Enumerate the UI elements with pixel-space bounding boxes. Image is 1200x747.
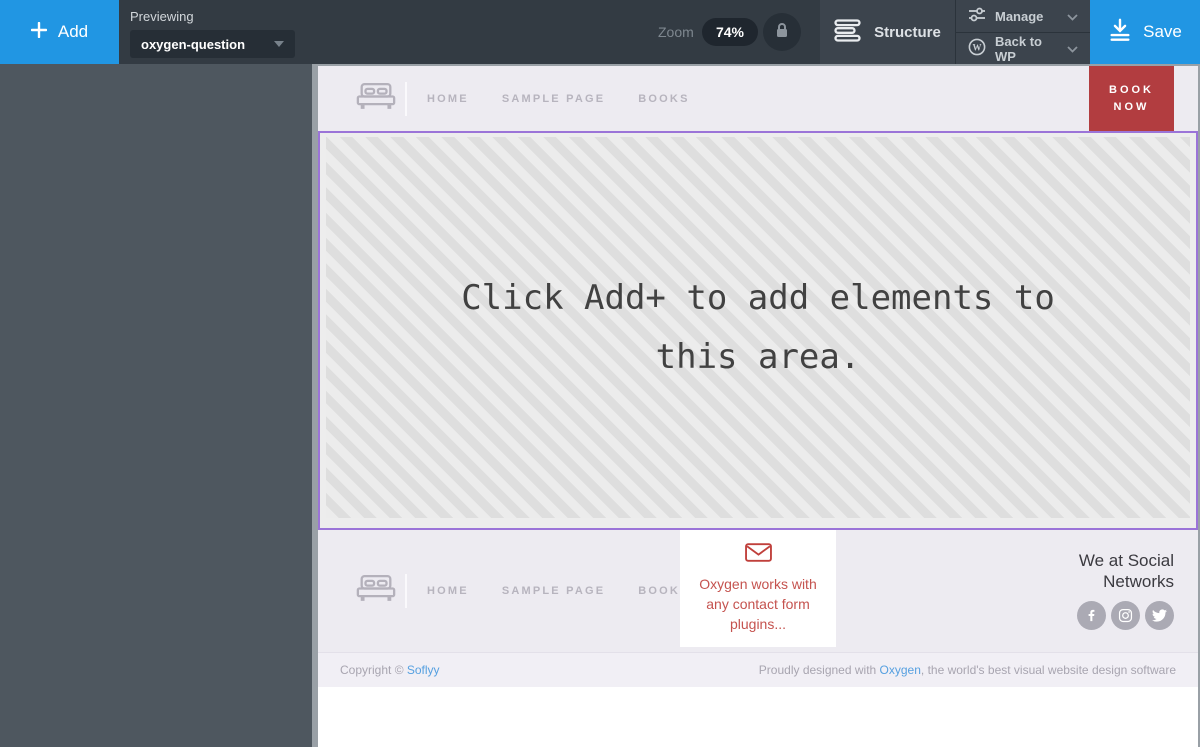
bed-logo-icon[interactable] bbox=[355, 82, 397, 116]
svg-text:W: W bbox=[973, 42, 982, 52]
manage-button-label: Manage bbox=[995, 8, 1044, 24]
footer-divider bbox=[405, 574, 407, 608]
page-preview-canvas: HOME SAMPLE PAGE BOOKS BOOK NOW Click Ad… bbox=[318, 66, 1198, 747]
footer-nav: HOME SAMPLE PAGE BOOKS bbox=[427, 585, 690, 597]
page-bottom-whitespace bbox=[318, 687, 1198, 747]
copyright-text: Copyright © bbox=[340, 663, 407, 677]
bed-logo-icon[interactable] bbox=[355, 574, 397, 608]
copyright-bar: Copyright © Soflyy Proudly designed with… bbox=[318, 652, 1198, 687]
chevron-down-icon bbox=[1067, 9, 1078, 24]
site-footer[interactable]: HOME SAMPLE PAGE BOOKS Oxygen works with… bbox=[318, 530, 1198, 652]
lock-icon bbox=[775, 22, 789, 43]
structure-button-label: Structure bbox=[874, 23, 941, 41]
nav-link-sample-page[interactable]: SAMPLE PAGE bbox=[502, 585, 605, 597]
copyright-left: Copyright © Soflyy bbox=[340, 663, 440, 677]
plus-icon bbox=[30, 21, 48, 43]
back-to-wp-button[interactable]: W Back to WP bbox=[956, 32, 1090, 64]
save-button-label: Save bbox=[1143, 22, 1182, 41]
social-icons-row bbox=[1044, 601, 1174, 630]
zoom-value: 74% bbox=[715, 24, 745, 40]
download-icon bbox=[1108, 18, 1132, 47]
previewing-value: oxygen-question bbox=[141, 36, 246, 52]
wordpress-icon: W bbox=[968, 38, 986, 59]
designed-with-text: Proudly designed with bbox=[758, 663, 880, 677]
nav-link-home[interactable]: HOME bbox=[427, 93, 469, 105]
structure-button[interactable]: Structure bbox=[820, 0, 955, 64]
selected-empty-section[interactable]: Click Add+ to add elements to this area. bbox=[318, 131, 1198, 530]
previewing-label: Previewing bbox=[130, 9, 194, 24]
zoom-level-control[interactable]: 74% bbox=[702, 18, 758, 46]
book-now-button[interactable]: BOOK NOW bbox=[1089, 66, 1174, 131]
social-block: We at Social Networks bbox=[1044, 550, 1174, 630]
previewing-select[interactable]: oxygen-question bbox=[130, 30, 295, 58]
nav-link-books[interactable]: BOOKS bbox=[638, 93, 689, 105]
empty-section-hatch: Click Add+ to add elements to this area. bbox=[326, 137, 1190, 518]
empty-section-message: Click Add+ to add elements to this area. bbox=[461, 277, 1055, 377]
contact-widget[interactable]: Oxygen works with any contact form plugi… bbox=[680, 530, 836, 647]
previewing-group: Previewing oxygen-question bbox=[130, 9, 295, 58]
manage-button[interactable]: Manage bbox=[956, 0, 1090, 32]
site-header[interactable]: HOME SAMPLE PAGE BOOKS BOOK NOW bbox=[318, 66, 1198, 131]
twitter-icon[interactable] bbox=[1145, 601, 1174, 630]
instagram-icon[interactable] bbox=[1111, 601, 1140, 630]
zoom-lock-button[interactable] bbox=[763, 13, 801, 51]
oxygen-link[interactable]: Oxygen bbox=[880, 663, 921, 677]
nav-link-sample-page[interactable]: SAMPLE PAGE bbox=[502, 93, 605, 105]
nav-link-home[interactable]: HOME bbox=[427, 585, 469, 597]
social-title: We at Social Networks bbox=[1078, 551, 1174, 591]
manage-group: Manage W Back to WP bbox=[955, 0, 1090, 64]
save-button[interactable]: Save bbox=[1090, 0, 1200, 64]
add-button[interactable]: Add bbox=[0, 0, 119, 64]
builder-toolbar: Add Previewing oxygen-question Zoom 74% … bbox=[0, 0, 1200, 64]
designed-with-suffix: , the world's best visual website design… bbox=[920, 663, 1176, 677]
copyright-right: Proudly designed with Oxygen, the world'… bbox=[759, 663, 1176, 677]
header-nav: HOME SAMPLE PAGE BOOKS bbox=[427, 93, 690, 105]
chevron-down-icon bbox=[274, 41, 284, 47]
back-to-wp-label: Back to WP bbox=[995, 33, 1042, 64]
facebook-icon[interactable] bbox=[1077, 601, 1106, 630]
zoom-label: Zoom bbox=[658, 24, 694, 40]
contact-widget-text: Oxygen works with any contact form plugi… bbox=[699, 576, 817, 632]
soflyy-link[interactable]: Soflyy bbox=[407, 663, 440, 677]
chevron-down-icon bbox=[1067, 41, 1078, 56]
builder-workspace: HOME SAMPLE PAGE BOOKS BOOK NOW Click Ad… bbox=[0, 64, 1200, 747]
structure-icon bbox=[834, 18, 861, 46]
left-panel[interactable] bbox=[0, 64, 312, 747]
envelope-icon bbox=[744, 543, 772, 566]
header-divider bbox=[405, 81, 407, 116]
add-button-label: Add bbox=[57, 22, 89, 41]
sliders-icon bbox=[968, 7, 986, 25]
